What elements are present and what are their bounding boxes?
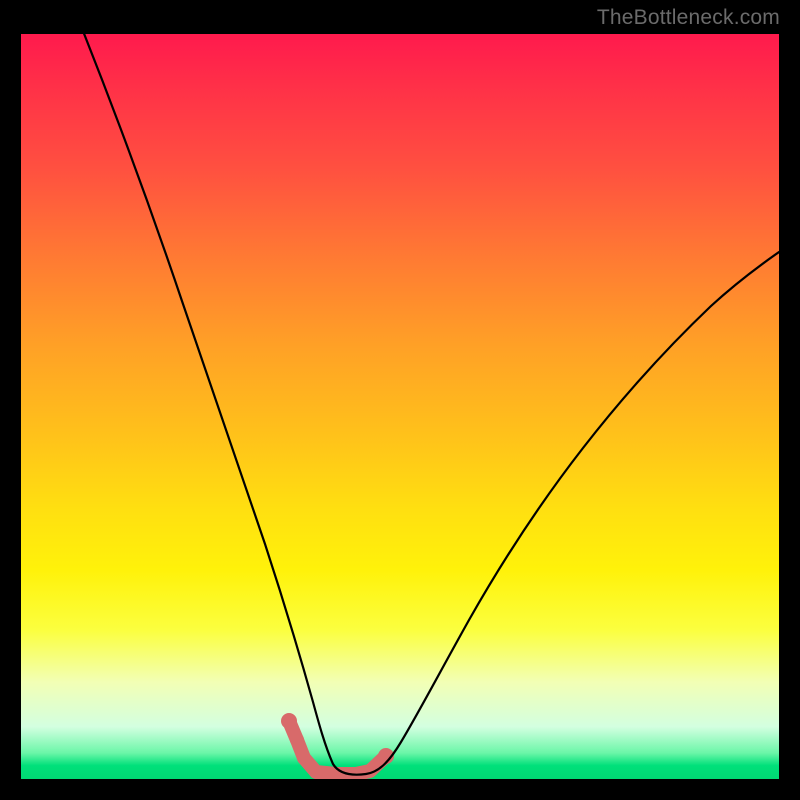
marker-dot-start — [281, 713, 297, 729]
plot-area — [21, 34, 779, 779]
curve-svg — [21, 34, 779, 779]
marker-dot-3 — [297, 751, 311, 765]
chart-frame: TheBottleneck.com — [0, 0, 800, 800]
watermark-text: TheBottleneck.com — [597, 6, 780, 30]
marker-bump — [289, 721, 386, 774]
bottleneck-curve — [81, 34, 779, 775]
marker-dot-2 — [290, 733, 304, 747]
